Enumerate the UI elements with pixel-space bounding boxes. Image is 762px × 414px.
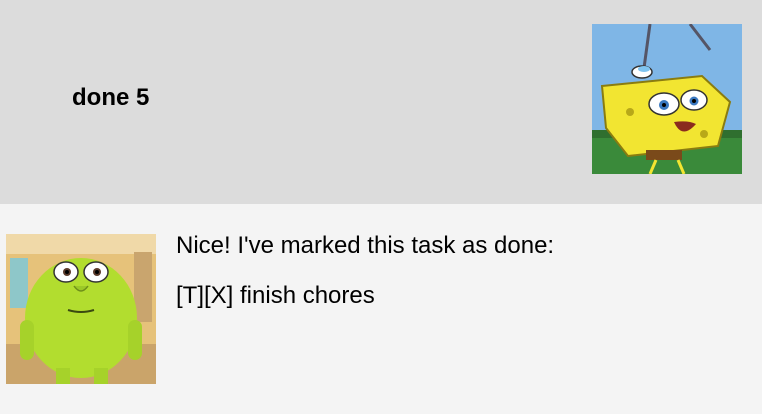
bot-message-text: Nice! I've marked this task as done: [T]…	[176, 232, 554, 332]
bot-avatar-icon	[6, 234, 156, 384]
bot-message-row: Nice! I've marked this task as done: [T]…	[0, 204, 762, 414]
bot-message-line: [T][X] finish chores	[176, 282, 375, 309]
bot-message-line: Nice! I've marked this task as done:	[176, 232, 555, 259]
chat-window: done 5 Nice! I've marked this task as do…	[0, 0, 762, 414]
user-message-row: done 5	[0, 0, 762, 204]
user-avatar-icon	[592, 24, 742, 174]
user-message-text: done 5	[72, 84, 150, 111]
